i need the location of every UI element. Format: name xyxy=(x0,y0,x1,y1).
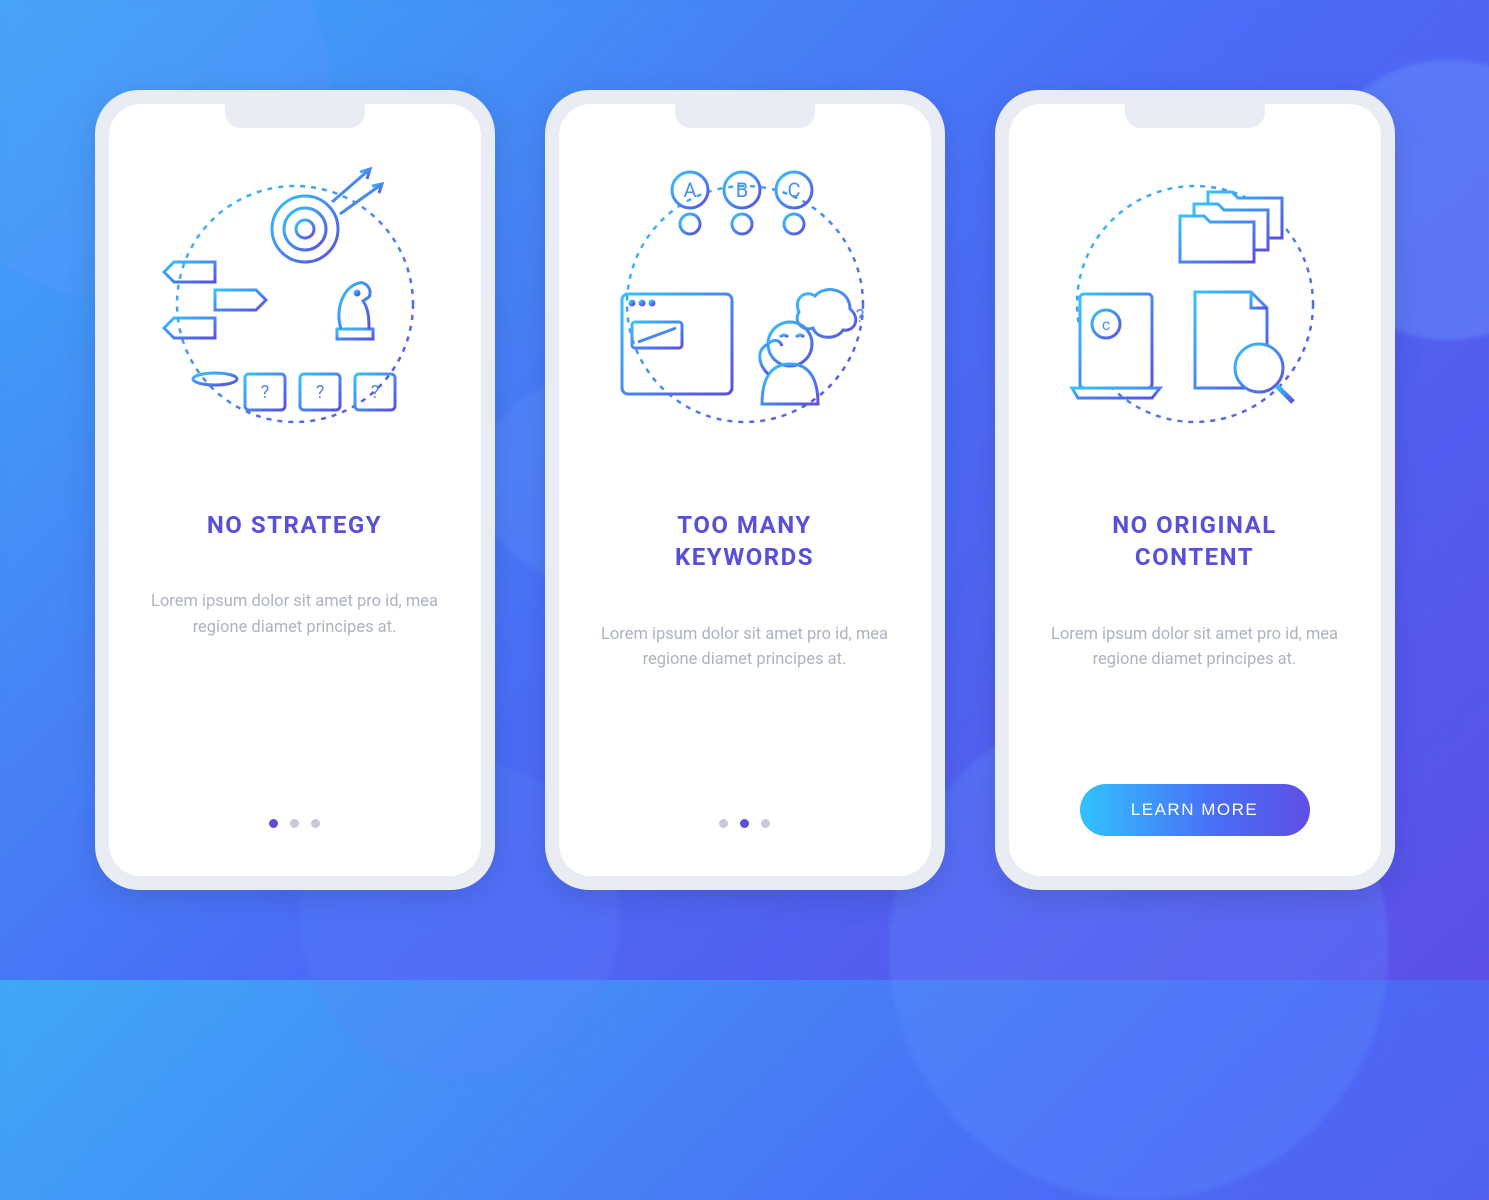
svg-text:?: ? xyxy=(370,382,379,403)
keywords-illustration: A B C xyxy=(595,159,895,439)
svg-text:c: c xyxy=(1101,315,1109,334)
screen-title: NO ORIGINAL CONTENT xyxy=(1055,509,1335,574)
page-indicator xyxy=(719,819,770,828)
screen-body: Lorem ipsum dolor sit amet pro id, mea r… xyxy=(1045,622,1345,673)
indicator-dot[interactable] xyxy=(740,819,749,828)
screen-title: NO STRATEGY xyxy=(207,509,382,541)
content-illustration: c xyxy=(1045,159,1345,439)
phone-screen: A B C xyxy=(559,104,931,876)
indicator-dot[interactable] xyxy=(719,819,728,828)
svg-text:C: C xyxy=(787,178,800,202)
phone-notch xyxy=(1125,104,1265,128)
svg-text:?: ? xyxy=(315,382,324,403)
indicator-dot[interactable] xyxy=(311,819,320,828)
svg-text:?: ? xyxy=(855,306,864,327)
onboarding-phone-2: A B C xyxy=(545,90,945,890)
svg-text:B: B xyxy=(735,178,747,202)
onboarding-phone-3: c NO ORIGINAL CONTENT xyxy=(995,90,1395,890)
screen-body: Lorem ipsum dolor sit amet pro id, mea r… xyxy=(145,589,445,640)
phone-notch xyxy=(675,104,815,128)
svg-text:A: A xyxy=(683,178,696,202)
indicator-dot[interactable] xyxy=(761,819,770,828)
indicator-dot[interactable] xyxy=(269,819,278,828)
learn-more-button[interactable]: LEARN MORE xyxy=(1080,784,1310,836)
strategy-illustration: ? ? ? xyxy=(145,159,445,439)
screen-title: TOO MANY KEYWORDS xyxy=(605,509,885,574)
onboarding-phone-1: ? ? ? NO STRATEGY Lorem ipsum dolor sit … xyxy=(95,90,495,890)
phone-screen: c NO ORIGINAL CONTENT xyxy=(1009,104,1381,876)
phone-notch xyxy=(225,104,365,128)
screen-body: Lorem ipsum dolor sit amet pro id, mea r… xyxy=(595,622,895,673)
phone-screen: ? ? ? NO STRATEGY Lorem ipsum dolor sit … xyxy=(109,104,481,876)
page-indicator xyxy=(269,819,320,828)
svg-text:?: ? xyxy=(260,382,269,403)
indicator-dot[interactable] xyxy=(290,819,299,828)
